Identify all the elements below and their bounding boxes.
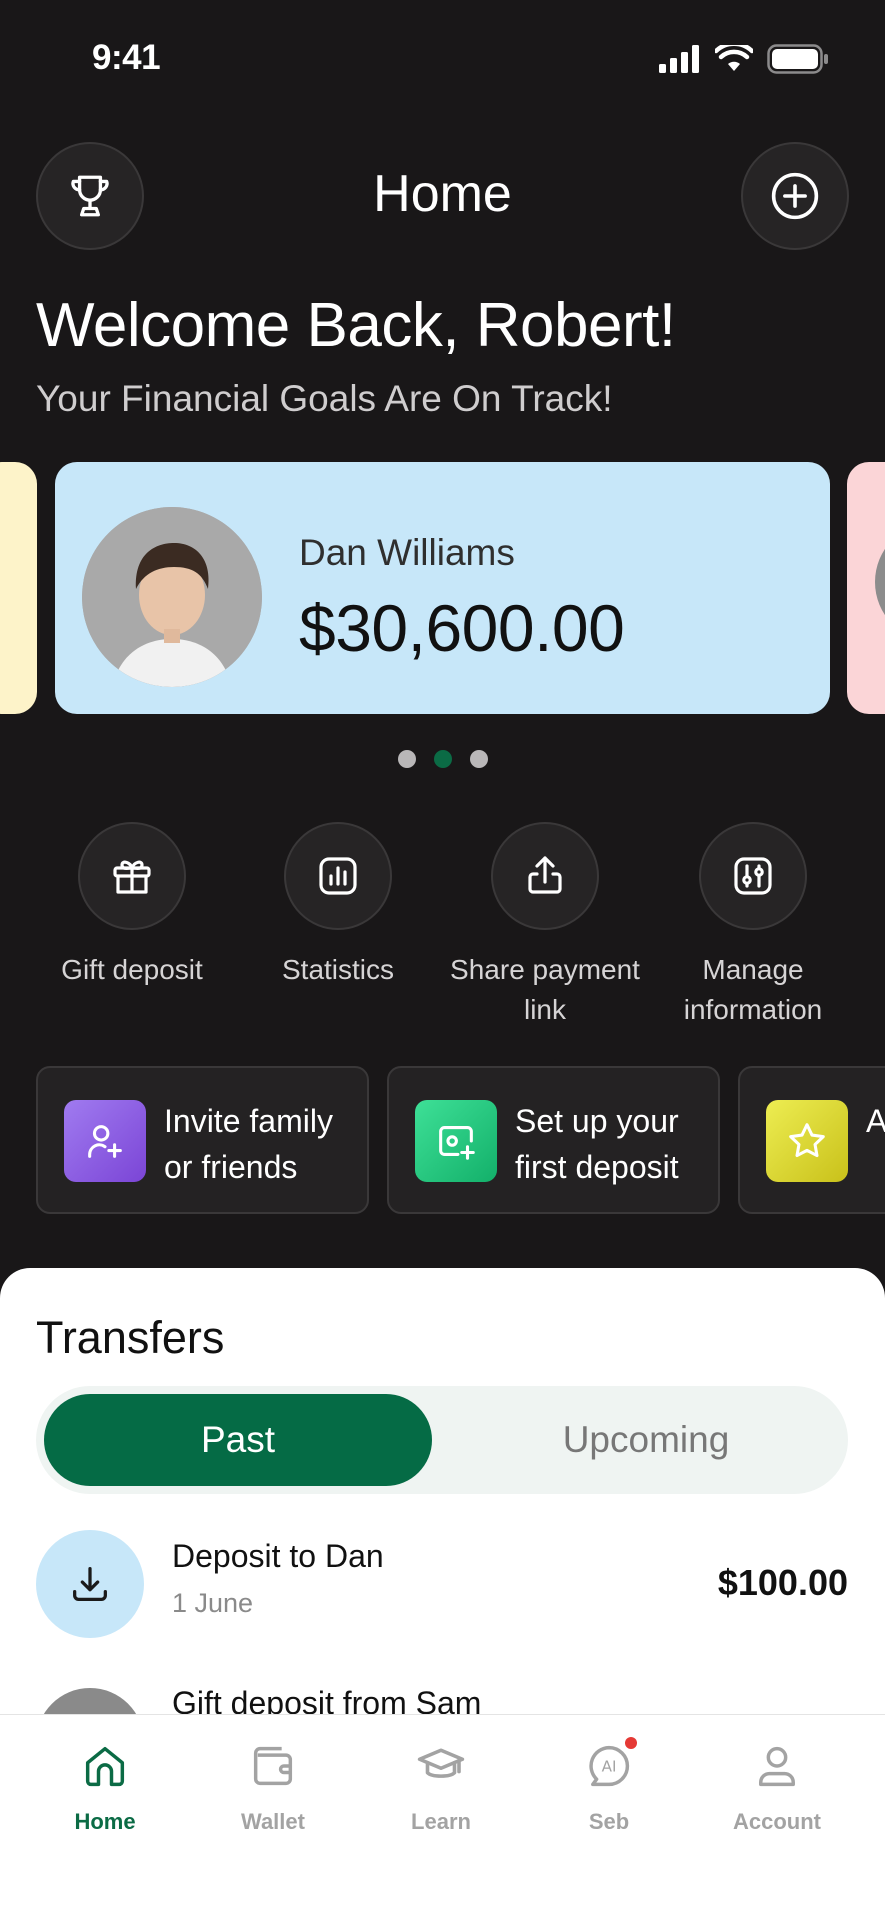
promo-label: Set up your first deposit [515,1103,679,1185]
tab-wallet[interactable]: Wallet [188,1735,358,1835]
action-label: Share payment link [450,954,640,1025]
gift-deposit-button[interactable] [78,822,186,930]
status-bar: 9:41 [0,0,885,120]
money-add-icon [439,1126,475,1160]
previous-account-card[interactable] [0,462,37,714]
pagination-dot-active[interactable] [433,750,452,768]
tab-bar: Home Wallet Learn AI Seb Account [0,1714,885,1920]
transfers-title: Transfers [36,1312,225,1363]
transfer-amount: $100.00 [717,1562,848,1603]
action-label: Statistics [281,954,395,985]
manage-information-action[interactable]: Manage information [648,822,858,1030]
account-balance: $30,600.00 [299,591,625,665]
avatar [82,507,262,687]
star-tile [766,1100,848,1182]
share-icon [528,856,562,894]
tab-upcoming[interactable]: Upcoming [452,1394,840,1486]
gift-icon [113,860,151,894]
wifi-icon [715,45,753,71]
header: Home [0,142,885,250]
tab-learn[interactable]: Learn [356,1735,526,1835]
transfer-avatar [36,1530,144,1638]
star-icon [789,1123,825,1158]
tab-label: Account [733,1809,821,1834]
graduation-cap-icon [417,1748,465,1778]
action-label: Gift deposit [61,954,203,985]
first-deposit-card[interactable]: Set up your first deposit [387,1066,720,1214]
download-icon [73,1567,107,1601]
tab-past[interactable]: Past [44,1394,432,1486]
tab-account[interactable]: Account [692,1735,862,1835]
carousel-pagination [0,750,885,768]
share-payment-link-button[interactable] [491,822,599,930]
add-button[interactable] [741,142,849,250]
manage-information-button[interactable] [699,822,807,930]
home-screen: 9:41 Home Welcome Back, Robert! Your Fin… [0,0,885,1920]
account-card[interactable]: Dan Williams $30,600.00 [55,462,830,714]
statistics-action[interactable]: Statistics [233,822,443,990]
pagination-dot[interactable] [469,750,488,768]
tab-seb[interactable]: AI Seb [524,1735,694,1835]
tab-home[interactable]: Home [20,1735,190,1835]
next-account-card[interactable] [847,462,885,714]
cellular-signal-icon [659,45,699,73]
battery-icon [767,44,828,74]
share-payment-link-action[interactable]: Share payment link [440,822,650,1030]
tab-label: Home [74,1809,136,1834]
chart-icon [319,857,357,895]
tab-label: Wallet [241,1809,305,1834]
deposit-tile [415,1100,497,1182]
invite-family-card[interactable]: Invite family or friends [36,1066,369,1214]
status-time: 9:41 [92,38,161,77]
rewards-card[interactable]: A c [738,1066,885,1214]
welcome-title: Welcome Back, Robert! [36,291,676,360]
tab-label: Learn [411,1809,471,1834]
avatar [875,522,885,642]
plus-circle-icon [771,172,819,220]
notification-dot [625,1737,637,1749]
quick-actions: Gift deposit Statistics Share payment li… [0,822,885,1032]
promo-label: A c [866,1103,885,1139]
add-user-icon [88,1125,122,1158]
settings-sliders-icon [734,857,772,895]
home-icon [85,1746,125,1787]
transfer-date: 1 June [172,1588,254,1618]
invite-tile [64,1100,146,1182]
status-icons [659,42,829,76]
statistics-button[interactable] [284,822,392,930]
account-holder-name: Dan Williams [299,532,515,573]
transfers-segmented-control: Past Upcoming [36,1386,848,1494]
transfer-row[interactable]: Deposit to Dan 1 June $100.00 [36,1530,848,1638]
transfer-title: Deposit to Dan [172,1538,384,1574]
gift-deposit-action[interactable]: Gift deposit [27,822,237,990]
user-icon [759,1746,795,1787]
promo-label: Invite family or friends [164,1103,333,1185]
tab-label: Seb [588,1809,630,1834]
welcome-subtitle: Your Financial Goals Are On Track! [36,378,613,419]
pagination-dot[interactable] [397,750,416,768]
wallet-icon [253,1746,293,1786]
svg-text:AI: AI [602,1758,617,1776]
action-label: Manage information [683,954,823,1025]
